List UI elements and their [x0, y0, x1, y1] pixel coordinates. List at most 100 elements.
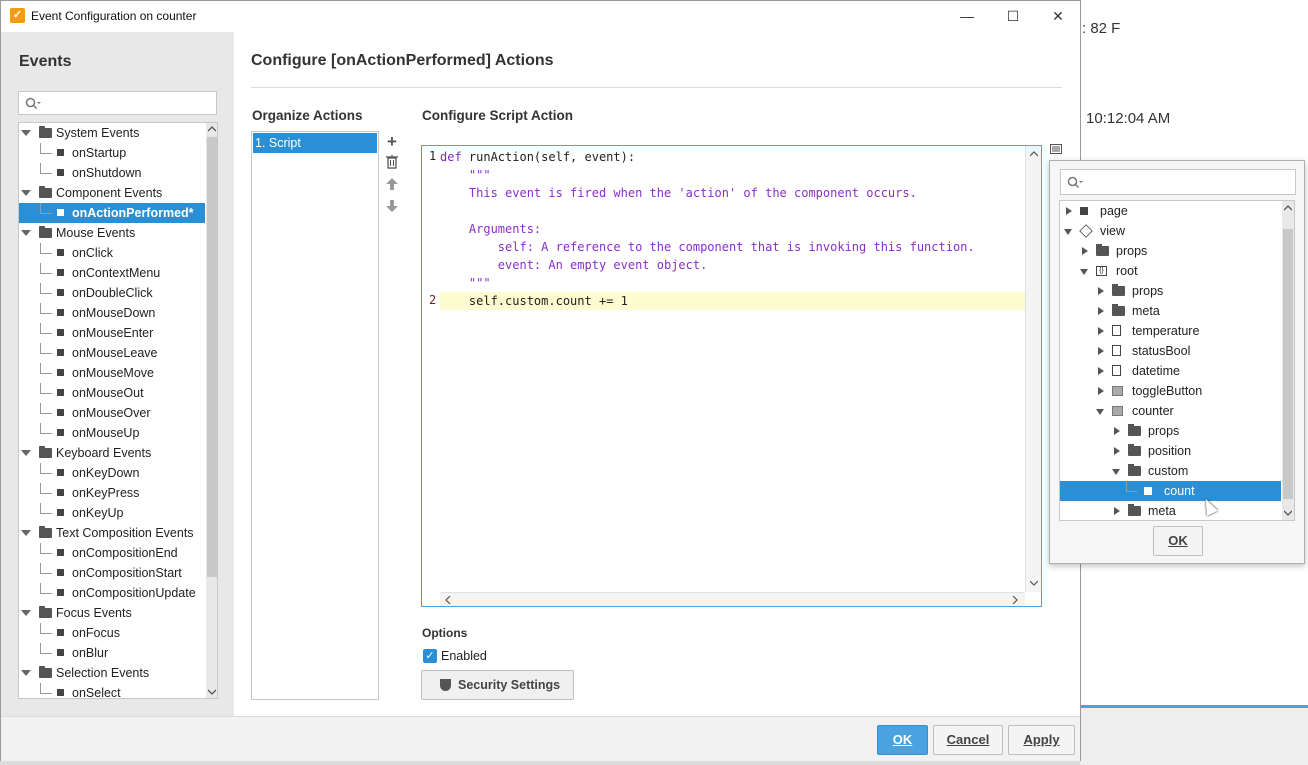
property-tree-scrollbar[interactable] — [1282, 201, 1294, 520]
event-item[interactable]: onCompositionUpdate — [19, 583, 205, 603]
property-node[interactable]: counter — [1060, 401, 1281, 421]
event-item[interactable]: onKeyPress — [19, 483, 205, 503]
cancel-button[interactable]: Cancel — [933, 725, 1003, 755]
expand-arrow-icon[interactable] — [1098, 367, 1104, 375]
event-item[interactable]: onClick — [19, 243, 205, 263]
expand-arrow-icon[interactable] — [1098, 387, 1104, 395]
event-item[interactable]: onBlur — [19, 643, 205, 663]
property-node[interactable]: props — [1060, 421, 1281, 441]
action-item-script[interactable]: 1. Script — [253, 133, 377, 153]
event-item[interactable]: onCompositionStart — [19, 563, 205, 583]
scroll-up-icon[interactable] — [1284, 205, 1292, 211]
minimize-button[interactable]: — — [944, 1, 990, 31]
property-browser-icon[interactable] — [1050, 144, 1062, 154]
property-node[interactable]: position — [1060, 441, 1281, 461]
property-node[interactable]: meta — [1060, 501, 1281, 520]
event-category[interactable]: Selection Events — [19, 663, 205, 683]
events-search-input[interactable] — [18, 91, 217, 115]
security-settings-button[interactable]: Security Settings — [421, 670, 574, 700]
expand-arrow-icon[interactable] — [1114, 427, 1120, 435]
expand-arrow-icon[interactable] — [21, 530, 31, 536]
property-node[interactable]: datetime — [1060, 361, 1281, 381]
scroll-left-icon[interactable] — [445, 596, 451, 604]
event-item[interactable]: onCompositionEnd — [19, 543, 205, 563]
move-up-icon[interactable] — [386, 178, 398, 190]
expand-arrow-icon[interactable] — [1066, 207, 1072, 215]
scroll-up-icon[interactable] — [1030, 151, 1038, 157]
property-node[interactable]: page — [1060, 201, 1281, 221]
event-item[interactable]: onSelect — [19, 683, 205, 698]
editor-vertical-scrollbar[interactable] — [1025, 146, 1041, 592]
event-item[interactable]: onMouseLeave — [19, 343, 205, 363]
maximize-button[interactable]: ☐ — [990, 1, 1036, 31]
event-item[interactable]: onMouseMove — [19, 363, 205, 383]
expand-arrow-icon[interactable] — [1098, 307, 1104, 315]
expand-arrow-icon[interactable] — [21, 670, 31, 676]
events-tree-scrollbar[interactable] — [206, 123, 217, 698]
expand-arrow-icon[interactable] — [1098, 327, 1104, 335]
event-item[interactable]: onMouseOver — [19, 403, 205, 423]
property-node[interactable]: statusBool — [1060, 341, 1281, 361]
collapse-arrow-icon[interactable] — [1096, 409, 1104, 415]
event-item[interactable]: onActionPerformed* — [19, 203, 205, 223]
expand-arrow-icon[interactable] — [1098, 347, 1104, 355]
event-category[interactable]: Component Events — [19, 183, 205, 203]
expand-arrow-icon[interactable] — [21, 610, 31, 616]
event-item[interactable]: onMouseEnter — [19, 323, 205, 343]
property-ok-button[interactable]: OK — [1153, 526, 1203, 556]
property-node[interactable]: count — [1060, 481, 1281, 501]
move-down-icon[interactable] — [386, 200, 398, 212]
event-category[interactable]: Text Composition Events — [19, 523, 205, 543]
event-item[interactable]: onKeyDown — [19, 463, 205, 483]
event-item[interactable]: onKeyUp — [19, 503, 205, 523]
property-node[interactable]: props — [1060, 241, 1281, 261]
event-item[interactable]: onMouseOut — [19, 383, 205, 403]
apply-button[interactable]: Apply — [1008, 725, 1075, 755]
enabled-checkbox[interactable]: ✓ — [423, 649, 437, 663]
event-item[interactable]: onMouseDown — [19, 303, 205, 323]
expand-arrow-icon[interactable] — [21, 130, 31, 136]
delete-action-icon[interactable] — [386, 155, 398, 169]
expand-arrow-icon[interactable] — [21, 190, 31, 196]
property-search-input[interactable] — [1060, 169, 1296, 195]
event-category[interactable]: System Events — [19, 123, 205, 143]
event-item[interactable]: onContextMenu — [19, 263, 205, 283]
scrollbar-thumb[interactable] — [207, 137, 217, 577]
property-node[interactable]: meta — [1060, 301, 1281, 321]
scroll-down-icon[interactable] — [1030, 580, 1038, 586]
property-node[interactable]: props — [1060, 281, 1281, 301]
collapse-arrow-icon[interactable] — [1112, 469, 1120, 475]
add-action-icon[interactable]: + — [385, 132, 399, 152]
property-node[interactable]: {} root — [1060, 261, 1281, 281]
scrollbar-thumb[interactable] — [1283, 229, 1293, 499]
editor-horizontal-scrollbar[interactable] — [440, 592, 1025, 606]
expand-arrow-icon[interactable] — [21, 450, 31, 456]
event-category[interactable]: Focus Events — [19, 603, 205, 623]
scroll-up-icon[interactable] — [208, 126, 216, 132]
scroll-down-icon[interactable] — [208, 689, 216, 695]
event-item[interactable]: onShutdown — [19, 163, 205, 183]
title-bar[interactable]: ✓ Event Configuration on counter — ☐ ✕ — [1, 1, 1080, 32]
collapse-arrow-icon[interactable] — [1064, 229, 1072, 235]
event-item[interactable]: onMouseUp — [19, 423, 205, 443]
expand-arrow-icon[interactable] — [1114, 447, 1120, 455]
expand-arrow-icon[interactable] — [1082, 247, 1088, 255]
event-category[interactable]: Keyboard Events — [19, 443, 205, 463]
property-node[interactable]: custom — [1060, 461, 1281, 481]
collapse-arrow-icon[interactable] — [1080, 269, 1088, 275]
close-button[interactable]: ✕ — [1035, 1, 1081, 31]
event-category[interactable]: Mouse Events — [19, 223, 205, 243]
script-editor[interactable]: 1 2 def runAction(self, event): """ This… — [421, 145, 1042, 607]
scroll-right-icon[interactable] — [1012, 596, 1018, 604]
scroll-down-icon[interactable] — [1284, 510, 1292, 516]
ok-button[interactable]: OK — [877, 725, 928, 755]
expand-arrow-icon[interactable] — [1114, 507, 1120, 515]
expand-arrow-icon[interactable] — [1098, 287, 1104, 295]
event-item[interactable]: onStartup — [19, 143, 205, 163]
expand-arrow-icon[interactable] — [21, 230, 31, 236]
property-node[interactable]: view — [1060, 221, 1281, 241]
property-node[interactable]: temperature — [1060, 321, 1281, 341]
event-item[interactable]: onFocus — [19, 623, 205, 643]
property-node[interactable]: toggleButton — [1060, 381, 1281, 401]
event-item[interactable]: onDoubleClick — [19, 283, 205, 303]
